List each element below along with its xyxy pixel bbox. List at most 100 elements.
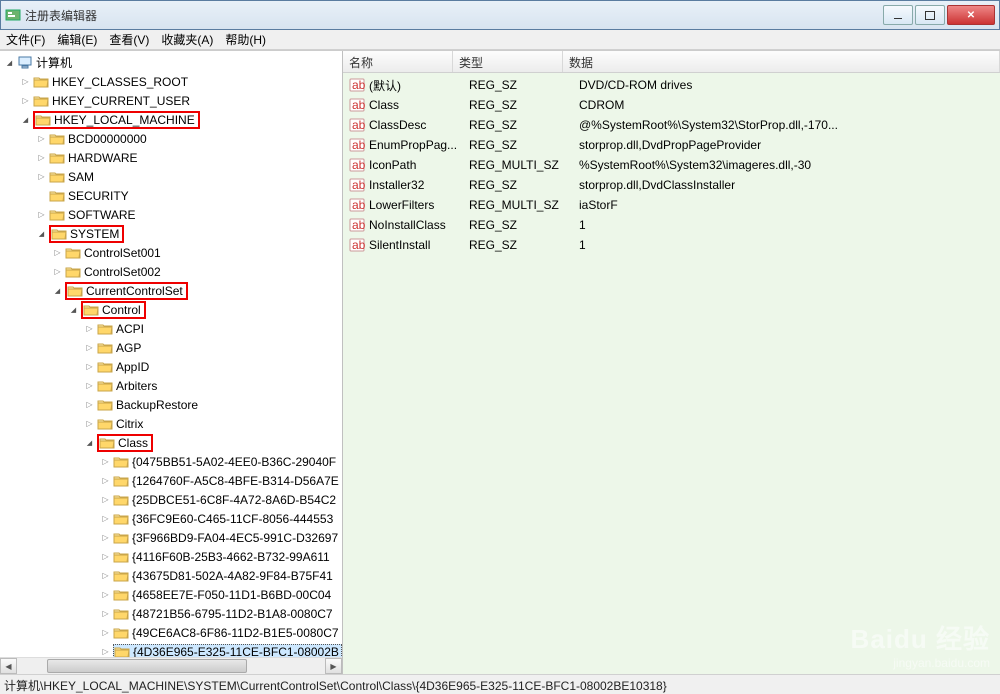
value-row[interactable]: abInstaller32REG_SZstorprop.dll,DvdClass… xyxy=(343,175,1000,195)
tree-item[interactable]: {25DBCE51-6C8F-4A72-8A6D-B54C2 xyxy=(2,490,342,509)
scroll-track[interactable] xyxy=(17,658,325,674)
tree-item[interactable]: {1264760F-A5C8-4BFE-B314-D56A7E xyxy=(2,471,342,490)
tree-item[interactable]: ControlSet001 xyxy=(2,243,342,262)
expand-icon[interactable] xyxy=(84,437,95,448)
scroll-right-icon[interactable]: ▶ xyxy=(325,658,342,674)
main-split: 计算机HKEY_CLASSES_ROOTHKEY_CURRENT_USER HKE… xyxy=(0,50,1000,674)
registry-tree[interactable]: 计算机HKEY_CLASSES_ROOTHKEY_CURRENT_USER HKE… xyxy=(0,51,342,657)
expand-icon[interactable] xyxy=(36,228,47,239)
tree-item[interactable]: {3F966BD9-FA04-4EC5-991C-D32697 xyxy=(2,528,342,547)
tree-label: HKEY_LOCAL_MACHINE xyxy=(54,113,195,127)
expand-icon[interactable] xyxy=(36,152,47,163)
expand-icon[interactable] xyxy=(84,361,95,372)
menu-help[interactable]: 帮助(H) xyxy=(225,31,266,48)
tree-item[interactable]: {43675D81-502A-4A82-9F84-B75F41 xyxy=(2,566,342,585)
scroll-thumb[interactable] xyxy=(47,659,247,673)
value-row[interactable]: abLowerFiltersREG_MULTI_SZiaStorF xyxy=(343,195,1000,215)
tree-item[interactable]: AppID xyxy=(2,357,342,376)
expand-icon[interactable] xyxy=(100,608,111,619)
tree-item[interactable]: CurrentControlSet xyxy=(2,281,342,300)
tree-item[interactable]: ControlSet002 xyxy=(2,262,342,281)
maximize-button[interactable] xyxy=(915,5,945,25)
tree-label: CurrentControlSet xyxy=(86,284,183,298)
expand-icon[interactable] xyxy=(100,532,111,543)
tree-label: Class xyxy=(118,436,148,450)
tree-item[interactable]: {4D36E965-E325-11CE-BFC1-08002B xyxy=(2,642,342,657)
expand-icon[interactable] xyxy=(52,266,63,277)
tree-item[interactable]: HKEY_CURRENT_USER xyxy=(2,91,342,110)
expand-icon[interactable] xyxy=(52,247,63,258)
tree-item[interactable]: {0475BB51-5A02-4EE0-B36C-29040F xyxy=(2,452,342,471)
value-row[interactable]: abEnumPropPag...REG_SZstorprop.dll,DvdPr… xyxy=(343,135,1000,155)
expand-icon[interactable] xyxy=(100,570,111,581)
folder-icon xyxy=(114,645,130,658)
expand-icon[interactable] xyxy=(100,494,111,505)
tree-item[interactable]: BCD00000000 xyxy=(2,129,342,148)
tree-item[interactable]: HARDWARE xyxy=(2,148,342,167)
values-list[interactable]: ab(默认)REG_SZDVD/CD-ROM drivesabClassREG_… xyxy=(343,73,1000,257)
expand-icon[interactable] xyxy=(100,589,111,600)
col-name[interactable]: 名称 xyxy=(343,51,453,72)
value-row[interactable]: ab(默认)REG_SZDVD/CD-ROM drives xyxy=(343,75,1000,95)
tree-item[interactable]: HKEY_CLASSES_ROOT xyxy=(2,72,342,91)
tree-item[interactable]: {4658EE7E-F050-11D1-B6BD-00C04 xyxy=(2,585,342,604)
tree-item[interactable]: Control xyxy=(2,300,342,319)
tree-hscrollbar[interactable]: ◀ ▶ xyxy=(0,657,342,674)
scroll-left-icon[interactable]: ◀ xyxy=(0,658,17,674)
folder-icon xyxy=(49,170,65,184)
tree-item[interactable]: HKEY_LOCAL_MACHINE xyxy=(2,110,342,129)
expand-icon[interactable] xyxy=(100,551,111,562)
tree-item[interactable]: AGP xyxy=(2,338,342,357)
minimize-button[interactable] xyxy=(883,5,913,25)
tree-item[interactable]: Class xyxy=(2,433,342,452)
expand-icon[interactable] xyxy=(52,285,63,296)
value-name: (默认) xyxy=(369,77,469,94)
expand-icon[interactable] xyxy=(100,456,111,467)
expand-icon[interactable] xyxy=(36,171,47,182)
col-type[interactable]: 类型 xyxy=(453,51,563,72)
tree-root[interactable]: 计算机 xyxy=(2,53,342,72)
menu-edit[interactable]: 编辑(E) xyxy=(57,31,97,48)
tree-item[interactable]: Citrix xyxy=(2,414,342,433)
value-row[interactable]: abNoInstallClassREG_SZ1 xyxy=(343,215,1000,235)
tree-item[interactable]: Arbiters xyxy=(2,376,342,395)
expand-icon[interactable] xyxy=(84,418,95,429)
tree-item[interactable]: SAM xyxy=(2,167,342,186)
expand-icon[interactable] xyxy=(84,399,95,410)
tree-item[interactable]: SOFTWARE xyxy=(2,205,342,224)
expand-icon[interactable] xyxy=(20,76,31,87)
folder-icon xyxy=(97,379,113,393)
col-data[interactable]: 数据 xyxy=(563,51,1000,72)
expand-icon[interactable] xyxy=(100,646,111,657)
tree-item[interactable]: SECURITY xyxy=(2,186,342,205)
tree-item[interactable]: ACPI xyxy=(2,319,342,338)
value-name: Installer32 xyxy=(369,178,469,192)
expand-icon[interactable] xyxy=(100,627,111,638)
value-row[interactable]: abSilentInstallREG_SZ1 xyxy=(343,235,1000,255)
expand-icon[interactable] xyxy=(84,380,95,391)
expand-icon[interactable] xyxy=(84,323,95,334)
svg-text:ab: ab xyxy=(352,198,365,212)
expand-icon[interactable] xyxy=(100,475,111,486)
tree-item[interactable]: {49CE6AC8-6F86-11D2-B1E5-0080C7 xyxy=(2,623,342,642)
menu-favorites[interactable]: 收藏夹(A) xyxy=(161,31,213,48)
tree-item[interactable]: {48721B56-6795-11D2-B1A8-0080C7 xyxy=(2,604,342,623)
expand-icon[interactable] xyxy=(36,209,47,220)
menu-view[interactable]: 查看(V) xyxy=(109,31,149,48)
value-row[interactable]: abClassREG_SZCDROM xyxy=(343,95,1000,115)
menu-file[interactable]: 文件(F) xyxy=(6,31,45,48)
close-button[interactable]: ✕ xyxy=(947,5,995,25)
tree-item[interactable]: {4116F60B-25B3-4662-B732-99A611 xyxy=(2,547,342,566)
expand-icon[interactable] xyxy=(20,114,31,125)
tree-item[interactable]: BackupRestore xyxy=(2,395,342,414)
tree-item[interactable]: SYSTEM xyxy=(2,224,342,243)
tree-item[interactable]: {36FC9E60-C465-11CF-8056-444553 xyxy=(2,509,342,528)
expand-icon[interactable] xyxy=(20,95,31,106)
expand-icon[interactable] xyxy=(100,513,111,524)
value-row[interactable]: abIconPathREG_MULTI_SZ%SystemRoot%\Syste… xyxy=(343,155,1000,175)
expand-icon[interactable] xyxy=(84,342,95,353)
expand-icon[interactable] xyxy=(36,133,47,144)
expand-icon[interactable] xyxy=(4,57,15,68)
value-row[interactable]: abClassDescREG_SZ@%SystemRoot%\System32\… xyxy=(343,115,1000,135)
expand-icon[interactable] xyxy=(68,304,79,315)
